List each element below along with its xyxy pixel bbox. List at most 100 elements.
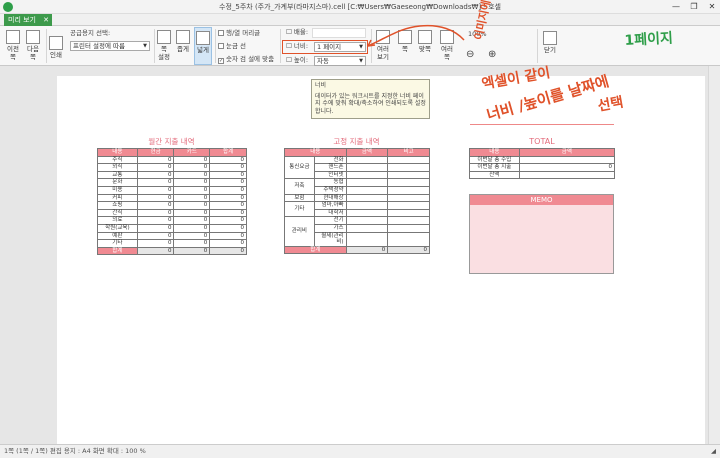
table-cell: 0	[209, 178, 247, 187]
category-cell: 통신요금	[284, 155, 315, 180]
table-cell: 0	[173, 223, 211, 233]
table-cell: 0	[209, 170, 247, 180]
total-cell: 0	[136, 246, 175, 256]
table-cell: 0	[209, 201, 247, 210]
table-cell: 0	[209, 208, 247, 218]
margin-icon	[176, 30, 190, 44]
row-header-checkbox[interactable]: 행/열 머리글	[218, 29, 260, 38]
note-cell	[387, 223, 430, 233]
table-row: 이번달 총 지출 0	[469, 163, 616, 172]
table-cell: 0	[173, 231, 211, 241]
tab-print-preview[interactable]: 미리 보기 ✕	[4, 14, 52, 26]
vertical-scrollbar[interactable]	[708, 66, 720, 444]
margin-normal-button[interactable]: 넓게	[194, 27, 212, 65]
amount-cell	[345, 223, 389, 233]
width-tooltip: 너비 데이터가 있는 워크시트를 지정한 너비 페이지 수에 맞춰 확대/축소하…	[311, 79, 430, 119]
margin-narrow-label: 좁게	[177, 45, 189, 53]
minimize-button[interactable]: —	[668, 1, 684, 12]
next-page-icon	[26, 30, 40, 44]
next-page-label: 다음 쪽	[27, 45, 39, 61]
resize-grip-icon[interactable]: ◢	[711, 445, 716, 458]
print-label: 인쇄	[50, 51, 62, 59]
margin-narrow-button[interactable]: 좁게	[175, 30, 191, 53]
next-page-button[interactable]: 다음 쪽	[24, 30, 42, 61]
table-cell: 0	[209, 231, 247, 241]
item-cell: 핸드폰	[313, 163, 347, 172]
row-header-label: 행/열 머리글	[226, 29, 261, 37]
annotation-arrow	[367, 24, 465, 47]
separator	[154, 29, 155, 63]
table-row: 쇼핑 0 0 0	[97, 201, 247, 210]
amount-cell	[345, 185, 389, 195]
category-cell: 보험	[284, 193, 315, 203]
height-select[interactable]: 자동 ▼	[314, 56, 366, 66]
row-label: 간식	[97, 208, 138, 218]
gridlines-label: 눈금 선	[226, 42, 247, 50]
fixed-title: 고정 지출 내역	[333, 137, 380, 146]
amount-cell	[345, 193, 389, 203]
scale-select[interactable]	[312, 28, 366, 38]
table-row: 기타 0 0 0	[97, 239, 247, 248]
close-window-button[interactable]: ✕	[704, 1, 720, 12]
printer-select[interactable]: 프린터 설정에 따름 ▼	[70, 41, 150, 51]
tab-close-icon[interactable]: ✕	[43, 14, 49, 26]
separator	[46, 29, 47, 63]
title-bar: 호셀 수정_5주차 (주가_가계부(라마지스마).cell [C:₩Users₩…	[0, 0, 720, 14]
prev-page-label: 이전 쪽	[7, 45, 19, 61]
prev-page-button[interactable]: 이전 쪽	[4, 30, 22, 61]
gridlines-checkbox[interactable]: 눈금 선	[218, 42, 246, 51]
fixed-table: 내용 금액 비고 통신요금 전화 핸드폰 인터넷 저축 농협 주택청약 보험 현대해상 기타 엄마,아빠 대…	[284, 148, 430, 255]
annotation-text-5: 1페이지	[624, 30, 674, 49]
category-cell: 기타	[284, 201, 315, 218]
height-select-value: 자동	[317, 57, 329, 65]
table-cell	[518, 170, 616, 180]
table-row: 이번달 총 수입	[469, 155, 616, 165]
table-cell: 0	[136, 216, 175, 225]
amount-cell	[345, 163, 389, 172]
table-row: 교통 0 0 0	[97, 170, 247, 180]
tab-label: 미리 보기	[8, 16, 36, 24]
page-setup-button[interactable]: 쪽 설정	[156, 30, 172, 61]
item-cell: 가스	[313, 223, 347, 233]
table-row: 통신요금 전화	[284, 155, 430, 180]
total-label: 합계	[284, 245, 347, 255]
total-cell: 0	[173, 246, 211, 256]
row-label: 외식	[97, 163, 138, 172]
close-preview-label: 닫기	[544, 46, 556, 54]
table-cell: 0	[209, 239, 247, 248]
table-cell: 0	[136, 163, 175, 172]
table-row: 관리비 전기	[284, 216, 430, 247]
total-row: 합계 0 0 0	[97, 246, 247, 256]
zoom-in-icon[interactable]: ⊕	[488, 50, 496, 60]
table-header-row: 내용 금액	[469, 148, 616, 157]
item-cell: 엄마,아빠	[313, 201, 347, 210]
table-cell: 0	[136, 170, 175, 180]
table-cell: 0	[136, 178, 175, 187]
table-row: 예판 0 0 0	[97, 231, 247, 241]
fit-checkbox[interactable]: ✓ 숫자 검 설에 맞춤	[218, 55, 274, 64]
row-label: 기타	[97, 239, 138, 248]
memo-title: MEMO	[470, 195, 613, 205]
table-row: 커피 0 0 0	[97, 193, 247, 203]
table-cell: 0	[173, 201, 211, 210]
table-cell: 0	[173, 163, 211, 172]
monthly-title: 월간 지출 내역	[148, 137, 195, 146]
total-title: TOTAL	[529, 137, 555, 146]
table-cell: 0	[209, 185, 247, 195]
table-cell: 0	[209, 193, 247, 203]
print-button[interactable]: 인쇄	[48, 30, 64, 59]
item-cell: 전화	[313, 155, 347, 165]
table-cell: 0	[209, 216, 247, 225]
item-cell: 농협	[313, 178, 347, 187]
row-label: 주식	[97, 155, 138, 165]
exit-icon	[543, 31, 557, 45]
note-cell	[387, 155, 430, 165]
close-preview-button[interactable]: 닫기	[541, 30, 559, 54]
table-row: 보험 현대해상	[284, 193, 430, 203]
monthly-table: 내용 현금 카드 합계 주식 0 0 0 외식 0 0 0 교통 0 0 0 문화 0 0 0 미용 0 0 0 커피 0 0 0 쇼핑…	[97, 148, 247, 256]
note-cell	[387, 201, 430, 210]
category-cell: 저축	[284, 178, 315, 195]
table-cell	[518, 155, 616, 165]
maximize-button[interactable]: ❐	[686, 1, 702, 12]
table-header-row: 내용 금액 비고	[284, 148, 430, 157]
